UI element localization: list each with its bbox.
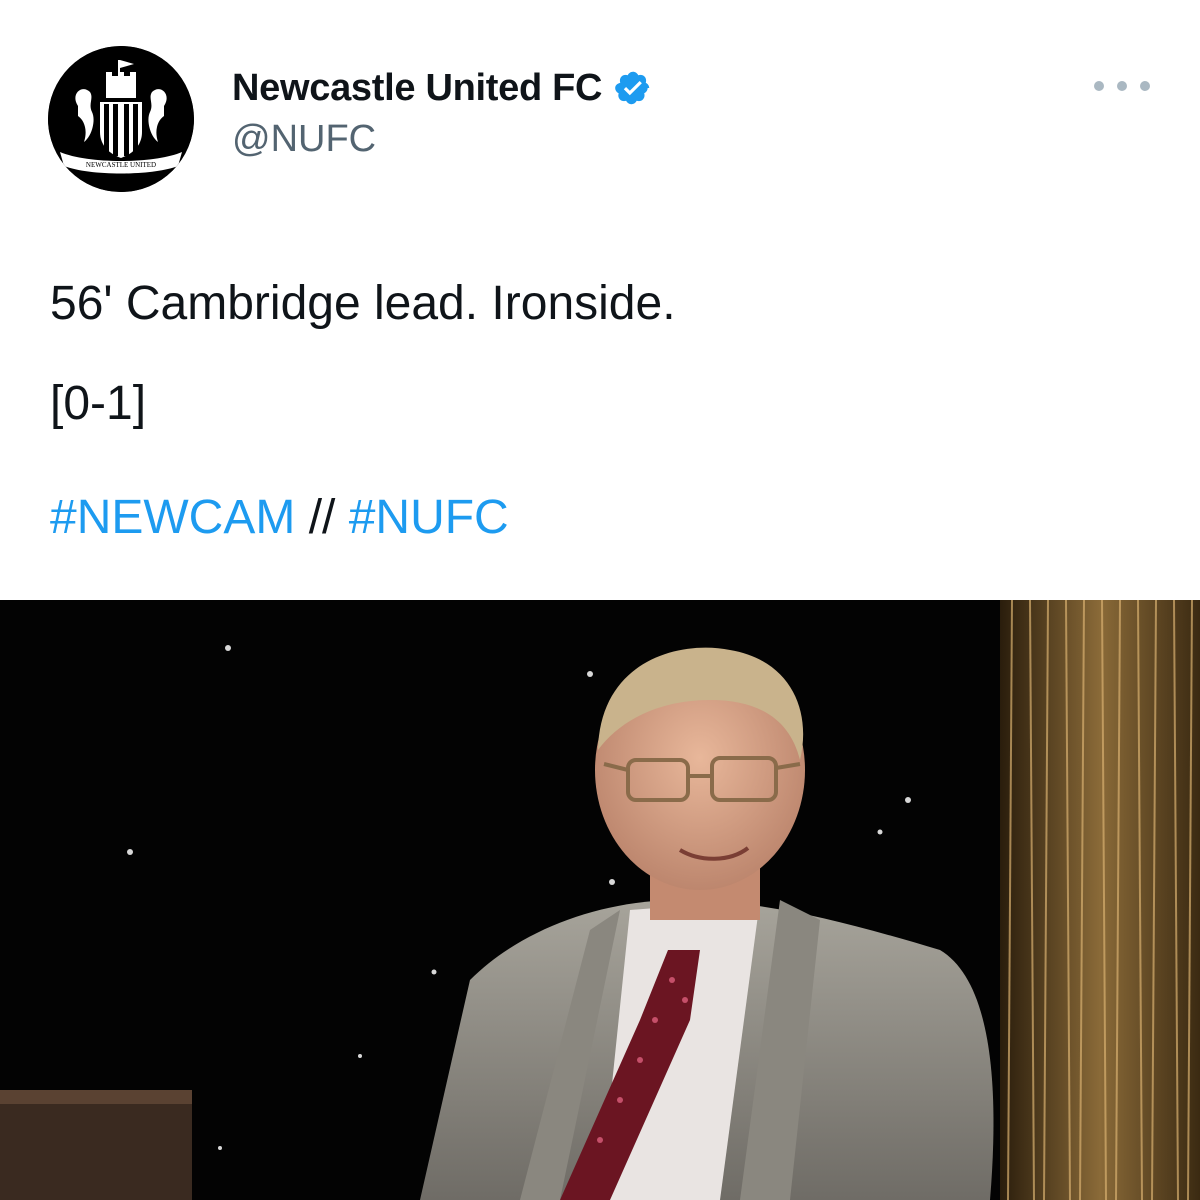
avatar[interactable]: NEWCASTLE UNITED [48, 46, 194, 192]
crest-banner-text: NEWCASTLE UNITED [86, 161, 156, 169]
tweet-hashtags-line: #NEWCAM // #NUFC [50, 490, 509, 545]
hashtag-separator: // [309, 491, 349, 544]
author-name-row: Newcastle United FC [232, 62, 652, 114]
tweet-text-line-2: [0-1] [50, 377, 147, 430]
display-name[interactable]: Newcastle United FC [232, 67, 602, 110]
verified-badge-icon [615, 71, 650, 105]
more-horizontal-icon [1094, 81, 1104, 91]
man-in-grey-suit-and-red-tie-photo [0, 600, 1200, 1200]
more-horizontal-icon-dot [1117, 81, 1127, 91]
tweet-media-photo[interactable] [0, 600, 1200, 1200]
more-horizontal-icon-dot [1140, 81, 1150, 91]
hashtag-link-nufc[interactable]: #NUFC [349, 491, 509, 544]
more-options-button[interactable] [1094, 74, 1150, 98]
hashtag-link-newcam[interactable]: #NEWCAM [50, 491, 295, 544]
author-handle[interactable]: @NUFC [232, 118, 376, 161]
newcastle-united-crest-icon: NEWCASTLE UNITED [48, 46, 194, 192]
tweet-text-line-1: 56' Cambridge lead. Ironside. [50, 277, 676, 330]
separator-text: // [308, 491, 336, 544]
tweet-card: NEWCASTLE UNITED Newcastle United FC @NU… [0, 0, 1200, 1200]
